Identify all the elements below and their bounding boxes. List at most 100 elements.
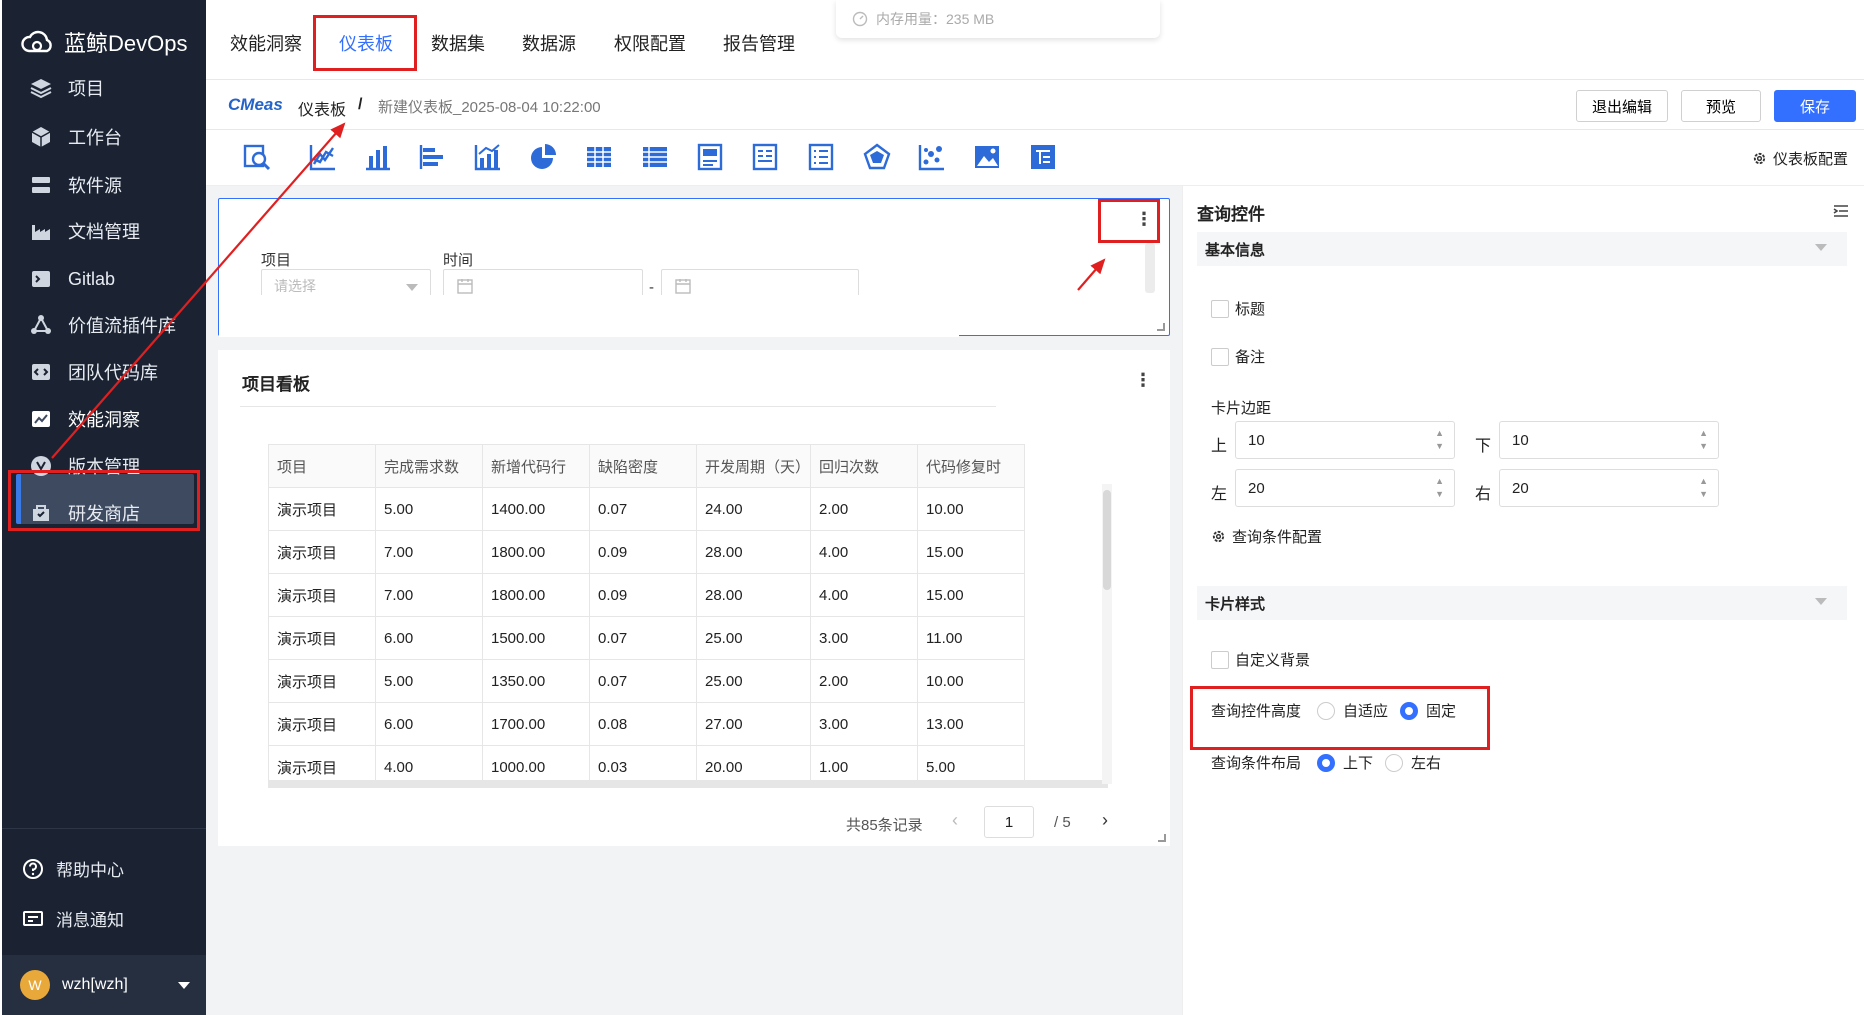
- margin-bottom-input[interactable]: 10 ▲ ▼: [1499, 421, 1719, 459]
- breadcrumb-dashboard[interactable]: 仪表板: [298, 96, 346, 120]
- user-menu[interactable]: W wzh[wzh]: [2, 955, 206, 1015]
- margin-right-input[interactable]: 20 ▲ ▼: [1499, 469, 1719, 507]
- column-header[interactable]: 开发周期（天）: [695, 444, 812, 488]
- sidebar-item-plugin-library[interactable]: 价值流插件库: [28, 310, 176, 340]
- table-cell: 演示项目: [268, 659, 376, 703]
- sidebar-item-label: 团队代码库: [68, 363, 158, 383]
- line-chart-icon[interactable]: [306, 140, 340, 174]
- column-header[interactable]: 缺陷密度: [589, 444, 697, 488]
- server-icon: [28, 172, 54, 198]
- query-card-scrollbar[interactable]: [1145, 243, 1155, 293]
- sidebar-item-team-repo[interactable]: 团队代码库: [28, 357, 158, 387]
- remark-checkbox[interactable]: 备注: [1211, 346, 1265, 367]
- preview-button[interactable]: 预览: [1681, 90, 1761, 122]
- pivot-table-icon[interactable]: [582, 140, 616, 174]
- more-options-icon[interactable]: ⋮: [1134, 370, 1152, 391]
- breadcrumb-bar: CMeas 仪表板 / 新建仪表板_2025-08-04 10:22:00 退出…: [206, 80, 1864, 130]
- stepper-arrows-icon[interactable]: ▲ ▼: [1699, 427, 1708, 453]
- query-condition-config-link[interactable]: 查询条件配置: [1211, 526, 1322, 547]
- brand-logo[interactable]: 蓝鲸DevOps: [20, 26, 187, 58]
- section-title: 基本信息: [1205, 241, 1266, 259]
- sidebar-item-workbench[interactable]: 工作台: [28, 122, 122, 152]
- tab-datasource[interactable]: 数据源: [522, 30, 576, 56]
- section-basic-info[interactable]: 基本信息: [1197, 232, 1847, 266]
- checkbox-box[interactable]: [1211, 299, 1229, 318]
- radio-horizontal[interactable]: [1385, 753, 1404, 772]
- sidebar-item-label: 工作台: [68, 128, 122, 148]
- factory-icon: [28, 218, 54, 244]
- title-checkbox[interactable]: 标题: [1211, 298, 1265, 319]
- prev-page-icon[interactable]: ‹: [952, 810, 958, 831]
- scatter-chart-icon[interactable]: [915, 140, 949, 174]
- layers-icon: [28, 75, 54, 101]
- dashboard-config-label: 仪表板配置: [1772, 151, 1848, 168]
- table-cell: 20.00: [695, 745, 812, 780]
- margin-left-input[interactable]: 20 ▲ ▼: [1235, 469, 1455, 507]
- annotation-box-insight-nav: [8, 470, 200, 531]
- combo-chart-icon[interactable]: [471, 140, 505, 174]
- stepper-arrows-icon[interactable]: ▲ ▼: [1699, 475, 1708, 501]
- resize-handle-icon[interactable]: [1157, 323, 1165, 331]
- column-header[interactable]: 回归次数: [810, 444, 919, 488]
- column-header[interactable]: 完成需求数: [375, 444, 483, 488]
- richtext-icon[interactable]: [1026, 140, 1060, 174]
- notifications-link[interactable]: 消息通知: [22, 906, 124, 931]
- pie-chart-icon[interactable]: [526, 140, 560, 174]
- checkbox-box[interactable]: [1211, 650, 1229, 669]
- tab-permissions[interactable]: 权限配置: [614, 30, 686, 56]
- save-button[interactable]: 保存: [1774, 90, 1856, 122]
- margin-top-input[interactable]: 10 ▲ ▼: [1235, 421, 1455, 459]
- dashboard-config-button[interactable]: 仪表板配置: [1752, 148, 1848, 169]
- sidebar-item-insight[interactable]: 效能洞察: [28, 404, 140, 434]
- scrollbar-thumb[interactable]: [1103, 490, 1111, 590]
- query-config-label: 查询条件配置: [1232, 529, 1323, 546]
- column-header[interactable]: 代码修复时: [917, 444, 1026, 488]
- text-card-icon[interactable]: [748, 140, 782, 174]
- resize-handle-icon[interactable]: [1158, 834, 1166, 842]
- stepper-arrows-icon[interactable]: ▲ ▼: [1435, 475, 1444, 501]
- exit-edit-button[interactable]: 退出编辑: [1576, 90, 1668, 122]
- sidebar-item-project[interactable]: 项目: [28, 73, 104, 103]
- pagination-pages: / 5: [1054, 814, 1071, 831]
- column-header[interactable]: 项目: [268, 444, 376, 488]
- next-page-icon[interactable]: ›: [1102, 810, 1108, 831]
- calendar-icon: [456, 277, 474, 295]
- list-card-icon[interactable]: [804, 140, 838, 174]
- annotation-box-dashboard-tab: [313, 15, 417, 71]
- table-header-row: 项目 完成需求数 新增代码行 缺陷密度 开发周期（天） 回归次数 代码修复时: [268, 444, 1026, 488]
- query-widget-card[interactable]: ⋮ 项目 请选择 时间 -: [218, 198, 1170, 337]
- sidebar-item-gitlab[interactable]: Gitlab: [28, 264, 115, 294]
- sidebar-item-docs[interactable]: 文档管理: [28, 216, 140, 246]
- checkbox-box[interactable]: [1211, 347, 1229, 366]
- tab-insight[interactable]: 效能洞察: [230, 30, 302, 56]
- tab-dataset[interactable]: 数据集: [431, 30, 485, 56]
- chevron-down-icon: [1815, 244, 1827, 251]
- tab-reports[interactable]: 报告管理: [723, 30, 795, 56]
- memory-usage-tooltip: 内存用量：235 MB: [836, 0, 1160, 38]
- collapse-panel-icon[interactable]: [1832, 202, 1850, 220]
- query-widget-icon[interactable]: [240, 140, 274, 174]
- table-cell: 1800.00: [482, 530, 590, 574]
- table-vertical-scrollbar[interactable]: [1102, 484, 1112, 784]
- custom-background-checkbox[interactable]: 自定义背景: [1211, 649, 1310, 670]
- table-cell: 15.00: [917, 530, 1026, 574]
- calendar-icon: [674, 277, 692, 295]
- column-header[interactable]: 新增代码行: [482, 444, 590, 488]
- detail-table-icon[interactable]: [638, 140, 672, 174]
- horizontal-bar-icon[interactable]: [416, 140, 450, 174]
- radio-vertical[interactable]: [1317, 753, 1336, 772]
- stepper-arrows-icon[interactable]: ▲ ▼: [1435, 427, 1444, 453]
- table-cell: 0.09: [589, 530, 697, 574]
- table-cell: 演示项目: [268, 573, 376, 617]
- number-card-icon[interactable]: [693, 140, 727, 174]
- caret-down-icon: [178, 981, 190, 989]
- sidebar-item-software-source[interactable]: 软件源: [28, 170, 122, 200]
- radar-chart-icon[interactable]: [860, 140, 894, 174]
- section-card-style[interactable]: 卡片样式: [1197, 586, 1847, 620]
- image-icon[interactable]: [970, 140, 1004, 174]
- help-center-link[interactable]: 帮助中心: [22, 856, 124, 881]
- table-widget-card[interactable]: 项目看板 ⋮ 项目 完成需求数 新增代码行 缺陷密度 开发周期（天） 回归次数 …: [218, 350, 1170, 846]
- bar-chart-icon[interactable]: [361, 140, 395, 174]
- page-number-input[interactable]: 1: [984, 806, 1034, 838]
- margin-top-label: 上: [1211, 438, 1228, 455]
